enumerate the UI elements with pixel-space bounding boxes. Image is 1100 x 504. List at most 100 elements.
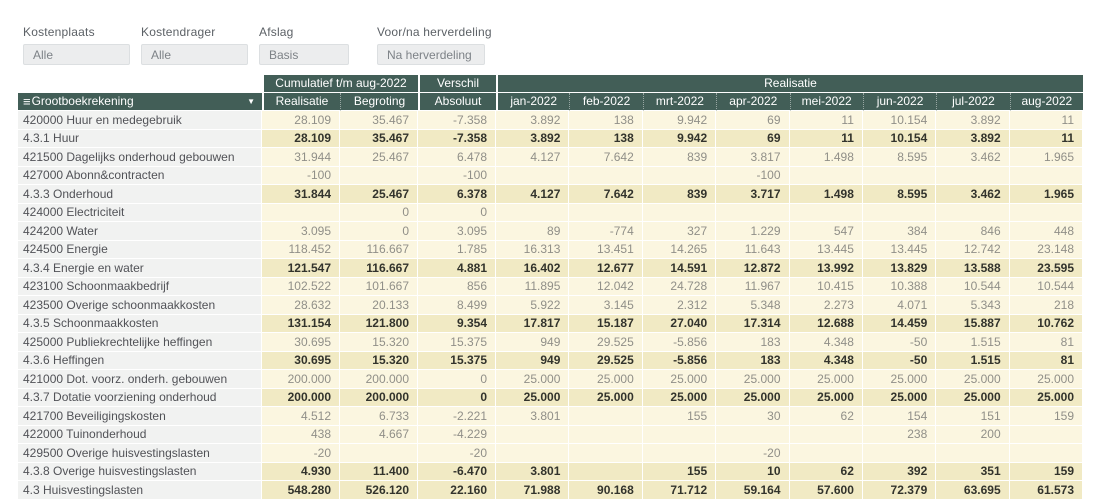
cell-jul-2022: 3.892 [936,111,1009,130]
cell-feb-2022: 138 [569,111,642,130]
cell-aug-2022: 218 [1010,296,1083,315]
cell-jan-2022: 3.892 [496,130,569,149]
cell-feb-2022: -774 [569,222,642,241]
cell-jul-2022: 10.544 [936,278,1009,297]
cell-mrt-2022: -5.856 [643,352,716,371]
cell-feb-2022: 15.187 [569,315,642,334]
afslag-select[interactable]: Basis [259,44,349,65]
table-row: 4.3.6 Heffingen30.69515.32015.37594929.5… [18,352,1083,371]
row-label: 424000 Electriciteit [18,204,262,223]
cell-absoluut: 3.095 [418,222,496,241]
cell-mei-2022: 62 [790,407,863,426]
cell-aug-2022: 25.000 [1010,389,1083,408]
cell-aug-2022: 159 [1010,407,1083,426]
cell-mei-2022: 57.600 [790,481,863,500]
grootboekrekening-header[interactable]: ≡ Grootboekrekening ▼ [18,93,262,111]
cell-jun-2022 [863,167,936,186]
row-label: 429500 Overige huisvestingslasten [18,444,262,463]
cell-begroting: 11.400 [340,463,418,482]
cell-mrt-2022: 25.000 [643,370,716,389]
cell-jun-2022: 8.595 [863,185,936,204]
cell-begroting: 0 [340,222,418,241]
cell-mei-2022: 2.273 [790,296,863,315]
table-row: 424200 Water3.09503.09589-7743271.229547… [18,222,1083,241]
cell-realisatie: 4.930 [262,463,340,482]
cell-begroting: 0 [340,204,418,223]
cell-mei-2022 [790,204,863,223]
cell-apr-2022: 30 [716,407,789,426]
cell-apr-2022: 69 [716,111,789,130]
cell-mei-2022 [790,167,863,186]
cell-realisatie: 438 [262,426,340,445]
cell-realisatie: 31.844 [262,185,340,204]
table-row: 423500 Overige schoonmaakkosten28.63220.… [18,296,1083,315]
cell-jul-2022 [936,167,1009,186]
cell-mei-2022: 11 [790,111,863,130]
cell-aug-2022: 11 [1010,111,1083,130]
cell-aug-2022: 81 [1010,352,1083,371]
cell-jan-2022: 4.127 [496,185,569,204]
cell-apr-2022: 11.967 [716,278,789,297]
cell-feb-2022: 13.451 [569,241,642,260]
table-row: 4.3.4 Energie en water121.547116.6674.88… [18,259,1083,278]
cell-jun-2022: 10.154 [863,111,936,130]
cell-feb-2022 [569,426,642,445]
cell-realisatie: -20 [262,444,340,463]
cell-mei-2022 [790,426,863,445]
chevron-down-icon[interactable]: ▼ [247,98,255,106]
cell-absoluut: 22.160 [418,481,496,500]
cell-jul-2022: 151 [936,407,1009,426]
cell-absoluut: -7.358 [418,111,496,130]
kostenplaats-select[interactable]: Alle [23,44,130,65]
cell-jun-2022: -50 [863,352,936,371]
cell-aug-2022: 10.762 [1010,315,1083,334]
cell-feb-2022: 7.642 [569,148,642,167]
cell-absoluut: 8.499 [418,296,496,315]
column-header-realisatie: Realisatie [262,93,340,111]
column-header-jun-2022: jun-2022 [863,93,936,111]
column-header-jan-2022: jan-2022 [496,93,569,111]
cell-jul-2022: 3.892 [936,130,1009,149]
cell-apr-2022: 183 [716,333,789,352]
cell-feb-2022: 25.000 [569,389,642,408]
cell-begroting: 4.667 [340,426,418,445]
cell-jul-2022: 63.695 [936,481,1009,500]
group-header-cumulative: Cumulatief t/m aug-2022 [262,75,418,93]
column-header-apr-2022: apr-2022 [716,93,789,111]
cell-jul-2022 [936,204,1009,223]
table-row: 424000 Electriciteit00 [18,204,1083,223]
row-label: 421700 Beveiligingskosten [18,407,262,426]
cell-apr-2022 [716,426,789,445]
cell-apr-2022: 11.643 [716,241,789,260]
cell-apr-2022: 10 [716,463,789,482]
cell-jul-2022: 5.343 [936,296,1009,315]
cell-absoluut: 15.375 [418,352,496,371]
cell-absoluut: -7.358 [418,130,496,149]
cell-jun-2022: 154 [863,407,936,426]
cell-mrt-2022: 839 [643,148,716,167]
cell-jan-2022: 3.801 [496,407,569,426]
cell-realisatie: 131.154 [262,315,340,334]
kostendrager-select[interactable]: Alle [141,44,248,65]
table-body: 420000 Huur en medegebruik28.10935.467-7… [18,111,1083,500]
cell-mrt-2022 [643,204,716,223]
table-row: 4.3.8 Overige huisvestingslasten4.93011.… [18,463,1083,482]
cell-absoluut: 4.881 [418,259,496,278]
table-row: 421700 Beveiligingskosten4.5126.733-2.22… [18,407,1083,426]
cell-mei-2022: 12.688 [790,315,863,334]
cell-realisatie: 3.095 [262,222,340,241]
cell-mrt-2022: 155 [643,407,716,426]
row-label: 420000 Huur en medegebruik [18,111,262,130]
herverdeling-select[interactable]: Na herverdeling [377,44,485,65]
menu-icon[interactable]: ≡ [23,95,31,108]
column-header-begroting: Begroting [340,93,418,111]
cell-jun-2022: 72.379 [863,481,936,500]
cell-mrt-2022: -5.856 [643,333,716,352]
cell-jan-2022: 3.801 [496,463,569,482]
cell-realisatie: 31.944 [262,148,340,167]
cell-mrt-2022 [643,426,716,445]
cell-feb-2022: 12.677 [569,259,642,278]
cell-mei-2022: 4.348 [790,333,863,352]
cell-jun-2022: 10.154 [863,130,936,149]
cell-apr-2022: 17.314 [716,315,789,334]
